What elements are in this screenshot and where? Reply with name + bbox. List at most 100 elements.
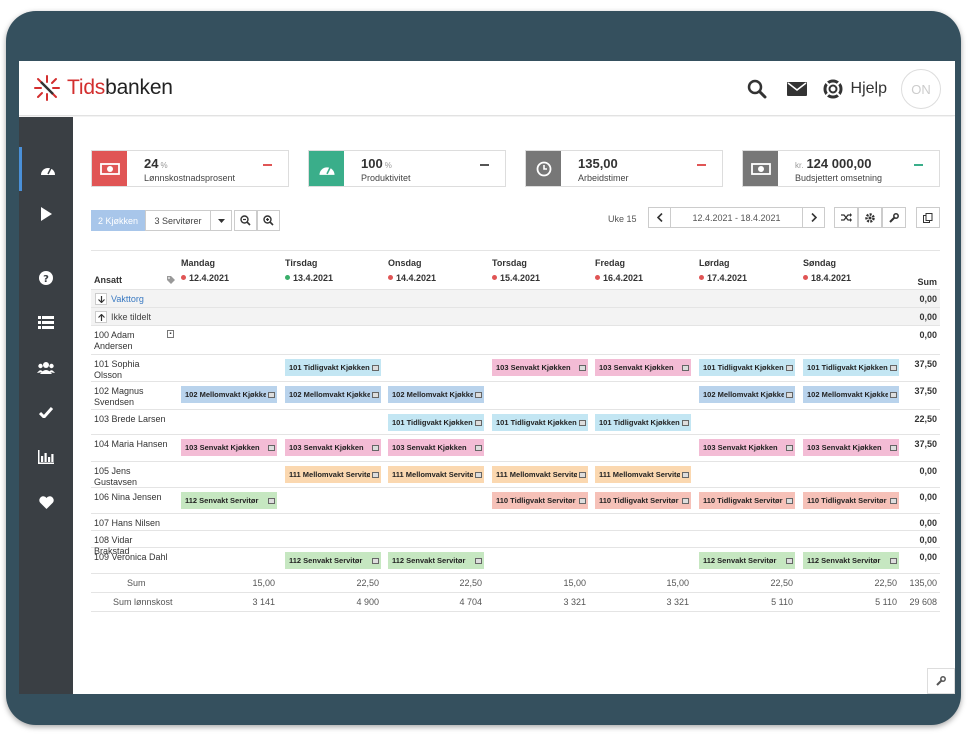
tag-icon[interactable] xyxy=(167,276,175,286)
copy-icon[interactable] xyxy=(916,207,940,228)
calendar-icon[interactable] xyxy=(370,439,381,456)
calendar-icon[interactable] xyxy=(266,386,277,403)
sidebar-item-help[interactable]: ? xyxy=(19,256,73,300)
calendar-icon[interactable] xyxy=(370,359,381,376)
shift-block[interactable]: 110 Tidligvakt Servitør xyxy=(595,492,691,509)
calendar-icon[interactable] xyxy=(473,414,484,431)
sidebar-item-dashboard[interactable] xyxy=(19,147,73,191)
search-icon[interactable] xyxy=(737,70,777,108)
calendar-icon[interactable] xyxy=(784,552,795,569)
shift-block[interactable]: 112 Senvakt Servitør xyxy=(699,552,795,569)
calendar-icon[interactable] xyxy=(888,439,899,456)
employee-name[interactable]: 105 Jens Gustavsen xyxy=(94,466,169,488)
shift-block[interactable]: 101 Tidligvakt Kjøkken xyxy=(803,359,899,376)
shift-block[interactable]: 110 Tidligvakt Servitør xyxy=(803,492,899,509)
shift-block[interactable]: 102 Mellomvakt Kjøkken xyxy=(699,386,795,403)
shift-block[interactable]: 110 Tidligvakt Servitør xyxy=(699,492,795,509)
shift-block[interactable]: 111 Mellomvakt Servitør xyxy=(388,466,484,483)
shift-block[interactable]: 103 Senvakt Kjøkken xyxy=(285,439,381,456)
sidebar-item-list[interactable] xyxy=(19,300,73,344)
shift-block[interactable]: 103 Senvakt Kjøkken xyxy=(803,439,899,456)
shift-block[interactable]: 101 Tidligvakt Kjøkken xyxy=(388,414,484,431)
sidebar-item-reports[interactable] xyxy=(19,435,73,479)
tab-kjokken[interactable]: 2 Kjøkken xyxy=(91,210,145,231)
calendar-icon[interactable] xyxy=(680,414,691,431)
calendar-icon[interactable] xyxy=(266,492,277,509)
shift-block[interactable]: 112 Senvakt Servitør xyxy=(181,492,277,509)
arrow-up-icon[interactable] xyxy=(95,311,107,323)
calendar-icon[interactable] xyxy=(888,359,899,376)
shift-block[interactable]: 103 Senvakt Kjøkken xyxy=(181,439,277,456)
calendar-icon[interactable] xyxy=(680,466,691,483)
calendar-icon[interactable] xyxy=(473,439,484,456)
shift-block[interactable]: 103 Senvakt Kjøkken xyxy=(595,359,691,376)
mail-icon[interactable] xyxy=(777,70,817,108)
calendar-icon[interactable] xyxy=(784,386,795,403)
employee-name[interactable]: 103 Brede Larsen xyxy=(94,414,169,425)
calendar-icon[interactable] xyxy=(784,439,795,456)
add-shift-icon[interactable]: ▪ xyxy=(167,330,174,338)
sidebar-item-approve[interactable] xyxy=(19,390,73,434)
on-toggle-button[interactable]: ON xyxy=(901,69,941,109)
logo[interactable]: Tidsbanken xyxy=(33,74,173,102)
shift-block[interactable]: 101 Tidligvakt Kjøkken xyxy=(285,359,381,376)
zoom-in-icon[interactable] xyxy=(257,210,280,231)
shift-block[interactable]: 111 Mellomvakt Servitør xyxy=(285,466,381,483)
employee-name[interactable]: 104 Maria Hansen xyxy=(94,439,169,450)
calendar-icon[interactable] xyxy=(888,386,899,403)
shift-block[interactable]: 112 Senvakt Servitør xyxy=(803,552,899,569)
caret-down-icon[interactable] xyxy=(210,210,232,231)
calendar-icon[interactable] xyxy=(784,359,795,376)
shuffle-icon[interactable] xyxy=(834,207,858,228)
calendar-icon[interactable] xyxy=(473,466,484,483)
calendar-icon[interactable] xyxy=(680,492,691,509)
calendar-icon[interactable] xyxy=(577,359,588,376)
employee-name[interactable]: 109 Veronica Dahl xyxy=(94,552,169,563)
shift-block[interactable]: 103 Senvakt Kjøkken xyxy=(492,359,588,376)
tab-servitorer[interactable]: 3 Servitører xyxy=(145,210,211,231)
shift-block[interactable]: 111 Mellomvakt Servitør xyxy=(492,466,588,483)
shift-block[interactable]: 102 Mellomvakt Kjøkken xyxy=(181,386,277,403)
shift-block[interactable]: 103 Senvakt Kjøkken xyxy=(699,439,795,456)
calendar-icon[interactable] xyxy=(577,466,588,483)
employee-name[interactable]: 100 Adam Andersen xyxy=(94,330,169,352)
help-button[interactable]: Hjelp xyxy=(823,79,887,99)
calendar-icon[interactable] xyxy=(370,466,381,483)
chevron-left-icon[interactable] xyxy=(648,207,671,228)
employee-name[interactable]: 102 Magnus Svendsen xyxy=(94,386,169,408)
shift-block[interactable]: 102 Mellomvakt Kjøkken xyxy=(388,386,484,403)
sidebar-item-users[interactable] xyxy=(19,345,73,389)
shift-block[interactable]: 101 Tidligvakt Kjøkken xyxy=(492,414,588,431)
calendar-icon[interactable] xyxy=(784,492,795,509)
calendar-icon[interactable] xyxy=(473,552,484,569)
shift-block[interactable]: 102 Mellomvakt Kjøkken xyxy=(285,386,381,403)
shift-block[interactable]: 112 Senvakt Servitør xyxy=(285,552,381,569)
employee-name[interactable]: 107 Hans Nilsen xyxy=(94,518,169,529)
employee-name[interactable]: 101 Sophia Olsson xyxy=(94,359,169,381)
calendar-icon[interactable] xyxy=(266,439,277,456)
calendar-icon[interactable] xyxy=(577,492,588,509)
wrench-icon[interactable] xyxy=(927,668,955,694)
employee-name[interactable]: 106 Nina Jensen xyxy=(94,492,169,503)
shift-block[interactable]: 111 Mellomvakt Servitør xyxy=(595,466,691,483)
chevron-right-icon[interactable] xyxy=(802,207,825,228)
calendar-icon[interactable] xyxy=(370,386,381,403)
zoom-out-icon[interactable] xyxy=(234,210,257,231)
shift-block[interactable]: 101 Tidligvakt Kjøkken xyxy=(699,359,795,376)
calendar-icon[interactable] xyxy=(888,492,899,509)
gear-icon[interactable] xyxy=(858,207,882,228)
vakttorg-link[interactable]: Vakttorg xyxy=(111,294,144,304)
sidebar-item-favorites[interactable] xyxy=(19,480,73,524)
calendar-icon[interactable] xyxy=(680,359,691,376)
calendar-icon[interactable] xyxy=(577,414,588,431)
calendar-icon[interactable] xyxy=(370,552,381,569)
shift-block[interactable]: 103 Senvakt Kjøkken xyxy=(388,439,484,456)
arrow-down-icon[interactable] xyxy=(95,293,107,305)
calendar-icon[interactable] xyxy=(888,552,899,569)
wrench-icon[interactable] xyxy=(882,207,906,228)
shift-block[interactable]: 101 Tidligvakt Kjøkken xyxy=(595,414,691,431)
shift-block[interactable]: 112 Senvakt Servitør xyxy=(388,552,484,569)
date-range-field[interactable]: 12.4.2021 - 18.4.2021 xyxy=(670,207,803,228)
shift-block[interactable]: 110 Tidligvakt Servitør xyxy=(492,492,588,509)
shift-block[interactable]: 102 Mellomvakt Kjøkken xyxy=(803,386,899,403)
